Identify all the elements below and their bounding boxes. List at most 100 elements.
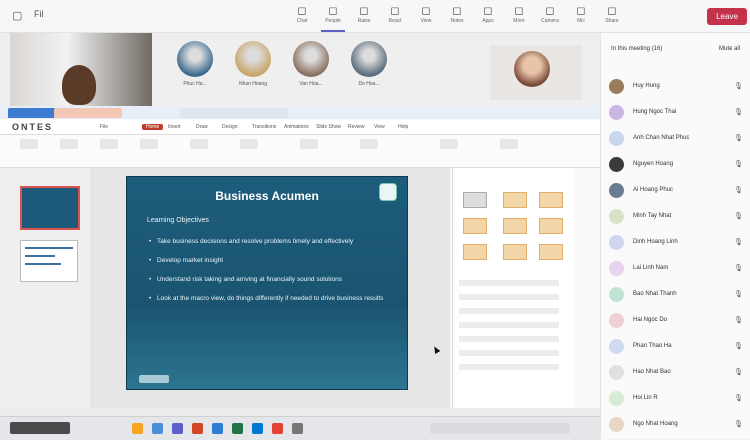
word-icon[interactable] <box>212 423 223 434</box>
design-option[interactable] <box>463 218 487 234</box>
mic-icon[interactable]: 🎙 <box>734 238 743 246</box>
participant-row[interactable]: Ai Hoang Phuc 🎙 <box>609 183 747 199</box>
ribbon-tab-animations[interactable]: Animations <box>284 124 309 130</box>
settings-icon[interactable] <box>292 423 303 434</box>
mic-icon[interactable]: 🎙 <box>734 82 743 90</box>
toolbar-mic-button[interactable]: ◻ Mic <box>569 4 593 30</box>
toolbar-camera-button[interactable]: ◻ Camera <box>538 4 562 30</box>
slide-thumbnail-1[interactable] <box>20 186 80 230</box>
drawing-button[interactable] <box>240 139 258 149</box>
edge-icon[interactable] <box>152 423 163 434</box>
toolbar-apps-button[interactable]: ◻ Apps <box>476 4 500 30</box>
toolbar-raise-button[interactable]: ◻ Raise <box>352 4 376 30</box>
ribbon-tab-design[interactable]: Design <box>222 124 238 130</box>
design-option[interactable] <box>503 192 527 208</box>
find-button[interactable] <box>440 139 458 149</box>
mic-icon[interactable]: 🎙 <box>734 264 743 272</box>
design-option[interactable] <box>463 244 487 260</box>
slide-bullet: Take business decisions and resolve prob… <box>149 237 389 246</box>
mic-icon[interactable]: 🎙 <box>734 394 743 402</box>
toolbar-chat-button[interactable]: ◻ Chat <box>290 4 314 30</box>
chrome-icon[interactable] <box>272 423 283 434</box>
toolbar-react-button[interactable]: ◻ React <box>383 4 407 30</box>
designer-button[interactable] <box>500 139 518 149</box>
status-bar <box>0 408 600 416</box>
current-slide[interactable]: Business Acumen Learning Objectives Take… <box>126 176 408 390</box>
design-option[interactable] <box>539 218 563 234</box>
participant-row[interactable]: Hung Ngoc Thai 🎙 <box>609 105 747 121</box>
ribbon-tab-view[interactable]: View <box>374 124 385 130</box>
excel-icon[interactable] <box>232 423 243 434</box>
design-option[interactable] <box>503 218 527 234</box>
ribbon-tab-slide-show[interactable]: Slide Show <box>316 124 341 130</box>
mic-icon[interactable]: 🎙 <box>734 290 743 298</box>
arrange-button[interactable] <box>360 139 378 149</box>
participant-row[interactable]: Dinh Hoang Linh 🎙 <box>609 235 747 251</box>
mic-icon[interactable]: 🎙 <box>734 316 743 324</box>
teams-icon[interactable] <box>172 423 183 434</box>
ribbon-tab-insert[interactable]: Insert <box>168 124 181 130</box>
participant-row[interactable]: Lai Linh Nam 🎙 <box>609 261 747 277</box>
new-slide-button[interactable] <box>60 139 78 149</box>
browser-tab-active[interactable] <box>8 108 56 118</box>
design-option[interactable] <box>539 244 563 260</box>
font-button[interactable] <box>140 139 158 149</box>
slide-thumbnail-2[interactable] <box>20 240 78 282</box>
participant-tile[interactable]: Phuc Ha... <box>172 41 218 87</box>
mute-all-button[interactable]: Mute all <box>719 46 740 52</box>
leave-button[interactable]: Leave <box>707 8 747 25</box>
address-bar[interactable] <box>180 108 288 118</box>
mic-icon[interactable]: 🎙 <box>734 186 743 194</box>
mic-icon[interactable]: 🎙 <box>734 134 743 142</box>
shape-button[interactable] <box>300 139 318 149</box>
toolbar-more-button[interactable]: ◻ More <box>507 4 531 30</box>
design-option[interactable] <box>539 192 563 208</box>
participant-row[interactable]: Hoi Lin R 🎙 <box>609 391 747 407</box>
design-row <box>459 294 559 300</box>
mic-icon[interactable]: 🎙 <box>734 368 743 376</box>
toolbar-button-label: Raise <box>357 18 371 24</box>
participant-row[interactable]: Huy Hung 🎙 <box>609 79 747 95</box>
ribbon-tab-home[interactable]: Home <box>142 124 164 130</box>
presenter-camera[interactable] <box>10 33 152 106</box>
participant-row[interactable]: Hai Ngoc Do 🎙 <box>609 313 747 329</box>
taskbar-preview[interactable] <box>10 422 70 434</box>
participant-row[interactable]: Phan Thao Ha 🎙 <box>609 339 747 355</box>
layout-button[interactable] <box>100 139 118 149</box>
participant-row[interactable]: Bao Nhat Thanh 🎙 <box>609 287 747 303</box>
participant-row[interactable]: Hao Nhat Bao 🎙 <box>609 365 747 381</box>
paste-button[interactable] <box>20 139 38 149</box>
ribbon-tab-transitions[interactable]: Transitions <box>252 124 276 130</box>
participant-row[interactable]: Minh Tay Nhat 🎙 <box>609 209 747 225</box>
paragraph-button[interactable] <box>190 139 208 149</box>
ribbon-tab-draw[interactable]: Draw <box>196 124 208 130</box>
mic-icon[interactable]: 🎙 <box>734 212 743 220</box>
browser-tabs <box>0 106 600 119</box>
mic-icon[interactable]: 🎙 <box>734 342 743 350</box>
browser-tab[interactable] <box>54 108 122 118</box>
mic-icon[interactable]: 🎙 <box>734 108 743 116</box>
participant-tile[interactable]: Nhan Hoang <box>230 41 276 87</box>
toolbar-view-button[interactable]: ◻ View <box>414 4 438 30</box>
mic-icon[interactable]: 🎙 <box>734 420 743 428</box>
participant-row[interactable]: Nguyen Hoang 🎙 <box>609 157 747 173</box>
toolbar-notes-button[interactable]: ◻ Notes <box>445 4 469 30</box>
powerpoint-icon[interactable] <box>192 423 203 434</box>
participant-tile[interactable]: Van Hoa... <box>288 41 334 87</box>
ribbon-tab-help[interactable]: Help <box>398 124 408 130</box>
toolbar-share-button[interactable]: ◻ Share <box>600 4 624 30</box>
participant-camera[interactable] <box>490 45 582 100</box>
mic-icon[interactable]: 🎙 <box>734 160 743 168</box>
ribbon-tab-review[interactable]: Review <box>348 124 364 130</box>
design-option[interactable] <box>503 244 527 260</box>
ribbon-tab-file[interactable]: File <box>100 124 108 130</box>
participant-row[interactable]: Anh Chan Nhat Phuc 🎙 <box>609 131 747 147</box>
toolbar-people-button[interactable]: ◻ People <box>321 4 345 32</box>
folder-icon[interactable] <box>132 423 143 434</box>
participant-row[interactable]: Ngo Nhat Hoang 🎙 <box>609 417 747 433</box>
participant-tile[interactable]: Do Hoa... <box>346 41 392 87</box>
outlook-icon[interactable] <box>252 423 263 434</box>
design-option[interactable] <box>463 192 487 208</box>
system-tray[interactable] <box>430 423 570 434</box>
slide-bullet: Understand risk taking and arriving at f… <box>149 275 389 284</box>
